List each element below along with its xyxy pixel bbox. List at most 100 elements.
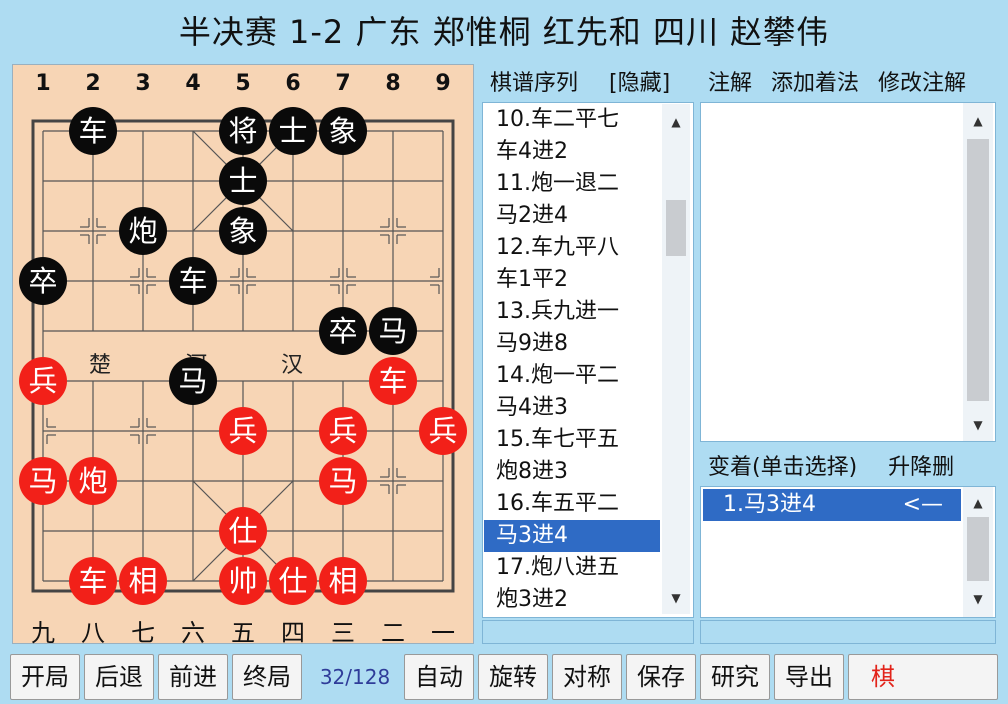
red-piece[interactable]: 炮	[69, 457, 117, 505]
more-button[interactable]: 棋	[848, 654, 998, 700]
black-piece[interactable]: 卒	[319, 307, 367, 355]
notes-panel-header: 注解 添加着法 修改注解	[700, 66, 996, 102]
move-list-item[interactable]: 车1平2	[484, 264, 660, 296]
hide-moves-button[interactable]: [隐藏]	[609, 71, 670, 96]
move-list-item[interactable]: 13.兵九进一	[484, 296, 660, 328]
notes-scroll-thumb[interactable]	[967, 139, 989, 401]
file-number-bottom: 四	[281, 619, 305, 647]
tab-notes[interactable]: 注解	[708, 71, 752, 96]
variation-item-marker: <—	[902, 492, 943, 517]
black-piece[interactable]: 士	[219, 157, 267, 205]
variations-scroll-down-icon[interactable]: ▼	[971, 593, 985, 605]
file-number-top: 9	[435, 71, 451, 96]
back-button[interactable]: 后退	[84, 654, 154, 700]
move-list-item[interactable]: 10.车二平七	[484, 104, 660, 136]
moves-scroll-thumb[interactable]	[666, 200, 686, 256]
research-button[interactable]: 研究	[700, 654, 770, 700]
red-piece[interactable]: 车	[369, 357, 417, 405]
moves-scrollbar[interactable]: ▲ ▼	[662, 104, 690, 614]
move-list-item[interactable]: 马4进3	[484, 392, 660, 424]
red-piece[interactable]: 相	[319, 557, 367, 605]
move-list-item[interactable]: 炮8进3	[484, 456, 660, 488]
chess-board[interactable]: 123456789 九八七六五四三二一 楚 河 汉 车将士象士炮象卒车卒马马兵车…	[12, 64, 474, 647]
forward-button[interactable]: 前进	[158, 654, 228, 700]
scroll-down-arrow-icon[interactable]: ▼	[669, 592, 683, 604]
moves-panel-title: 棋谱序列	[490, 71, 579, 96]
notes-textarea[interactable]: ▲ ▼	[700, 102, 996, 442]
black-piece[interactable]: 马	[169, 357, 217, 405]
red-piece[interactable]: 帅	[219, 557, 267, 605]
variation-actions[interactable]: 升降删	[888, 455, 954, 480]
file-number-top: 8	[385, 71, 401, 96]
tab-add-move[interactable]: 添加着法	[771, 71, 859, 96]
file-number-bottom: 二	[381, 619, 405, 647]
red-piece[interactable]: 兵	[19, 357, 67, 405]
save-button[interactable]: 保存	[626, 654, 696, 700]
file-number-bottom: 九	[31, 619, 55, 647]
rotate-button[interactable]: 旋转	[478, 654, 548, 700]
variations-title: 变着(单击选择)	[708, 455, 858, 480]
moves-panel-header: 棋谱序列 [隐藏]	[484, 66, 694, 102]
red-piece[interactable]: 仕	[269, 557, 317, 605]
scroll-up-arrow-icon[interactable]: ▲	[669, 116, 683, 128]
file-number-top: 7	[335, 71, 351, 96]
move-list-item[interactable]: 17.炮八进五	[484, 552, 660, 584]
file-number-bottom: 一	[431, 619, 455, 647]
auto-button[interactable]: 自动	[404, 654, 474, 700]
variations-scrollbar[interactable]: ▲ ▼	[963, 487, 993, 617]
move-list-item[interactable]: 12.车九平八	[484, 232, 660, 264]
black-piece[interactable]: 象	[319, 107, 367, 155]
file-number-bottom: 五	[231, 619, 255, 647]
move-list-item[interactable]: 14.炮一平二	[484, 360, 660, 392]
move-list-item[interactable]: 车4进2	[484, 136, 660, 168]
move-list-item[interactable]: 15.车七平五	[484, 424, 660, 456]
red-piece[interactable]: 车	[69, 557, 117, 605]
red-piece[interactable]: 马	[319, 457, 367, 505]
start-button[interactable]: 开局	[10, 654, 80, 700]
variations-panel-header: 变着(单击选择) 升降删	[700, 450, 996, 486]
river-label-han: 汉	[281, 353, 304, 378]
file-number-top: 5	[235, 71, 251, 96]
file-number-bottom: 三	[331, 619, 355, 647]
black-piece[interactable]: 将	[219, 107, 267, 155]
file-number-bottom: 六	[181, 619, 205, 647]
variations-scroll-up-icon[interactable]: ▲	[971, 497, 985, 509]
mirror-button[interactable]: 对称	[552, 654, 622, 700]
file-number-top: 1	[35, 71, 51, 96]
black-piece[interactable]: 士	[269, 107, 317, 155]
export-button[interactable]: 导出	[774, 654, 844, 700]
notes-scrollbar[interactable]: ▲ ▼	[963, 103, 993, 441]
move-counter: 32/128	[319, 665, 391, 689]
red-piece[interactable]: 兵	[419, 407, 467, 455]
river-label-chu: 楚	[89, 353, 112, 378]
black-piece[interactable]: 车	[169, 257, 217, 305]
red-piece[interactable]: 相	[119, 557, 167, 605]
move-list-item[interactable]: 11.炮一退二	[484, 168, 660, 200]
move-list-item[interactable]: 马9进8	[484, 328, 660, 360]
variations-panel-footer	[700, 620, 996, 644]
move-list[interactable]: 10.车二平七 车4进2 11.炮一退二 马2进4 12.车九平八 车1平2 13.兵…	[484, 104, 692, 614]
variations-list[interactable]: 1.马3进4 <— ▲ ▼	[700, 486, 996, 618]
notes-scroll-up-icon[interactable]: ▲	[971, 115, 985, 127]
move-list-item[interactable]: 马2进4	[484, 200, 660, 232]
black-piece[interactable]: 马	[369, 307, 417, 355]
file-number-bottom: 七	[131, 619, 155, 647]
red-piece[interactable]: 兵	[319, 407, 367, 455]
red-piece[interactable]: 马	[19, 457, 67, 505]
notes-scroll-down-icon[interactable]: ▼	[971, 419, 985, 431]
moves-panel-footer	[482, 620, 694, 644]
red-piece[interactable]: 仕	[219, 507, 267, 555]
black-piece[interactable]: 炮	[119, 207, 167, 255]
end-button[interactable]: 终局	[232, 654, 302, 700]
black-piece[interactable]: 车	[69, 107, 117, 155]
variations-scroll-thumb[interactable]	[967, 517, 989, 581]
move-list-item[interactable]: 炮3进2	[484, 584, 660, 616]
move-list-item[interactable]: 马3进4	[484, 520, 660, 552]
variation-item[interactable]: 1.马3进4 <—	[703, 489, 961, 521]
tab-edit-notes[interactable]: 修改注解	[878, 71, 966, 96]
black-piece[interactable]: 卒	[19, 257, 67, 305]
red-piece[interactable]: 兵	[219, 407, 267, 455]
black-piece[interactable]: 象	[219, 207, 267, 255]
move-list-item[interactable]: 16.车五平二	[484, 488, 660, 520]
file-number-top: 6	[285, 71, 301, 96]
